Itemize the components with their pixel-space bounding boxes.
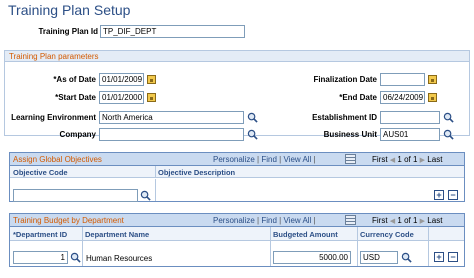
last-link[interactable]: Last (427, 155, 442, 164)
previous-arrow-icon: ◀ (389, 157, 396, 164)
company-label: Company (59, 130, 96, 139)
search-icon[interactable] (443, 112, 454, 123)
learning-environment-label: Learning Environment (11, 113, 96, 122)
learning-environment-field[interactable]: North America (99, 111, 244, 124)
first-link[interactable]: First (372, 216, 388, 225)
budgeted-amount-field[interactable]: 5000.00 (273, 251, 351, 264)
delete-row-button[interactable]: − (448, 252, 458, 262)
grid-header: Training Budget by Department Personaliz… (10, 214, 464, 227)
start-date-label: *Start Date (55, 93, 96, 102)
start-date-field[interactable]: 01/01/2000 (99, 91, 144, 104)
end-date-label: *End Date (339, 93, 377, 102)
calendar-icon[interactable] (147, 93, 156, 102)
grid-header: Assign Global Objectives Personalize | F… (10, 153, 464, 166)
grid-navigation: Personalize | Find | View All | (213, 155, 316, 164)
establishment-id-label: Establishment ID (312, 113, 377, 122)
assign-global-objectives-grid: Assign Global Objectives Personalize | F… (9, 152, 465, 202)
find-link[interactable]: Find (261, 155, 277, 164)
grid-column-headers: Objective Code Objective Description (10, 166, 464, 178)
grid-column-headers: *Department ID Department Name Budgeted … (10, 227, 464, 241)
personalize-link[interactable]: Personalize (213, 216, 255, 225)
parameters-group-heading: Training Plan parameters (5, 51, 469, 62)
search-icon[interactable] (247, 112, 258, 123)
calendar-icon[interactable] (428, 75, 437, 84)
department-id-field[interactable]: 1 (13, 251, 68, 264)
search-icon[interactable] (401, 252, 412, 263)
search-icon[interactable] (70, 252, 81, 263)
business-unit-field[interactable]: AUS01 (380, 128, 440, 141)
finalization-date-field[interactable] (380, 73, 425, 86)
view-all-link[interactable]: View All (283, 155, 311, 164)
establishment-id-field[interactable] (380, 111, 440, 124)
add-row-button[interactable]: + (434, 190, 444, 200)
training-plan-id-label: Training Plan Id (38, 27, 98, 36)
as-of-date-label: *As of Date (53, 75, 96, 84)
delete-row-button[interactable]: − (448, 190, 458, 200)
calendar-icon[interactable] (147, 75, 156, 84)
previous-arrow-icon: ◀ (389, 218, 396, 225)
col-objective-code[interactable]: Objective Code (13, 168, 68, 177)
search-icon[interactable] (443, 129, 454, 140)
grid-view-icon[interactable] (345, 215, 356, 225)
last-link[interactable]: Last (427, 216, 442, 225)
calendar-icon[interactable] (428, 93, 437, 102)
search-icon[interactable] (140, 190, 151, 201)
search-icon[interactable] (247, 129, 258, 140)
finalization-date-label: Finalization Date (313, 75, 377, 84)
company-field[interactable] (99, 128, 244, 141)
training-budget-grid: Training Budget by Department Personaliz… (9, 213, 465, 267)
col-department-id[interactable]: *Department ID (13, 230, 67, 239)
objective-code-field[interactable] (13, 189, 138, 202)
currency-code-field[interactable]: USD (360, 251, 398, 264)
col-currency-code[interactable]: Currency Code (360, 230, 414, 239)
first-link[interactable]: First (372, 155, 388, 164)
page-info: 1 of 1 (397, 155, 418, 164)
grid-view-icon[interactable] (345, 154, 356, 164)
personalize-link[interactable]: Personalize (213, 155, 255, 164)
grid-title: Training Budget by Department (13, 216, 124, 225)
business-unit-label: Business Unit (323, 130, 377, 139)
col-budgeted-amount[interactable]: Budgeted Amount (273, 230, 338, 239)
next-arrow-icon: ▶ (419, 157, 426, 164)
training-plan-id-field[interactable]: TP_DIF_DEPT (100, 25, 245, 38)
department-name-value: Human Resources (86, 254, 153, 263)
grid-pager: First ◀ 1 of 1 ▶ Last (372, 216, 442, 225)
page-info: 1 of 1 (397, 216, 418, 225)
page-title: Training Plan Setup (8, 2, 131, 18)
as-of-date-field[interactable]: 01/01/2009 (99, 73, 144, 86)
col-objective-description[interactable]: Objective Description (158, 168, 235, 177)
grid-pager: First ◀ 1 of 1 ▶ Last (372, 155, 442, 164)
view-all-link[interactable]: View All (283, 216, 311, 225)
next-arrow-icon: ▶ (419, 218, 426, 225)
col-department-name[interactable]: Department Name (85, 230, 149, 239)
add-row-button[interactable]: + (434, 252, 444, 262)
grid-navigation: Personalize | Find | View All | (213, 216, 316, 225)
find-link[interactable]: Find (261, 216, 277, 225)
grid-title: Assign Global Objectives (13, 155, 102, 164)
end-date-field[interactable]: 06/24/2009 (380, 91, 425, 104)
